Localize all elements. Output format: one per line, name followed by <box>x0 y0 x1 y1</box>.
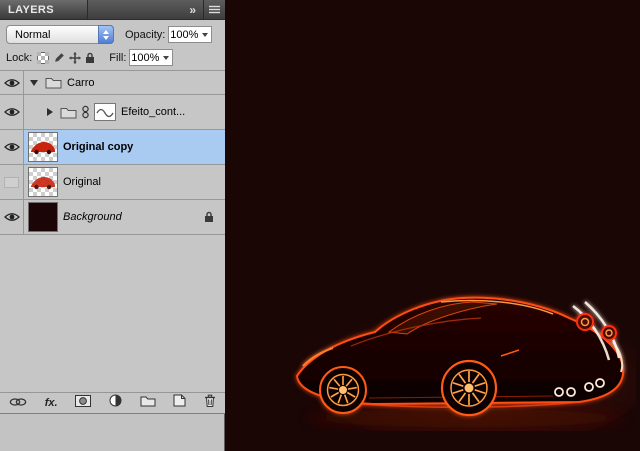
visibility-toggle[interactable] <box>0 130 24 164</box>
collapse-panel-icon[interactable]: » <box>182 0 203 19</box>
new-layer-button[interactable] <box>173 394 186 412</box>
panel-menu-icon <box>208 5 221 14</box>
layer-row-carro[interactable]: Carro <box>0 71 225 95</box>
lock-position-icon[interactable] <box>69 52 81 64</box>
opacity-label: Opacity: <box>125 29 165 41</box>
blend-mode-select[interactable]: Normal <box>6 25 114 44</box>
opacity-arrow-icon <box>202 33 208 37</box>
layer-name[interactable]: Carro <box>67 77 95 89</box>
add-layer-mask-button[interactable] <box>75 394 91 412</box>
panel-dock: LAYERS » Normal Opacity: 100% <box>0 0 225 451</box>
layers-list: Carro Efeito_cont... <box>0 70 225 235</box>
fill-arrow-icon <box>163 56 169 60</box>
fill-value: 100% <box>131 52 159 64</box>
mini-car-icon <box>30 139 56 156</box>
group-folder-icon <box>45 76 62 89</box>
new-group-button[interactable] <box>140 394 156 412</box>
lock-all-icon[interactable] <box>85 52 95 64</box>
layer-row-background[interactable]: Background <box>0 200 225 235</box>
header-spacer <box>88 0 182 19</box>
layer-row-efeito[interactable]: Efeito_cont... <box>0 95 225 130</box>
tab-layers[interactable]: LAYERS <box>0 0 88 19</box>
eye-icon <box>4 142 20 152</box>
new-group-icon <box>140 395 156 407</box>
chain-icon <box>9 397 27 407</box>
layer-thumbnail[interactable] <box>28 202 58 232</box>
link-layers-button[interactable] <box>9 394 27 412</box>
lock-transparency-icon[interactable] <box>37 52 49 64</box>
layer-styles-button[interactable]: fx. <box>45 397 58 409</box>
tab-layers-label: LAYERS <box>8 4 54 16</box>
layer-name[interactable]: Original <box>63 176 101 188</box>
layer-name[interactable]: Original copy <box>63 141 133 153</box>
layer-thumbnail[interactable] <box>28 132 58 162</box>
eye-icon <box>4 78 20 88</box>
blend-mode-value: Normal <box>15 29 50 41</box>
lock-icons <box>37 52 95 64</box>
visibility-toggle[interactable] <box>0 71 24 94</box>
layer-name[interactable]: Efeito_cont... <box>121 106 185 118</box>
eye-empty-well <box>4 177 19 188</box>
opacity-value: 100% <box>170 29 198 41</box>
layer-thumbnail[interactable] <box>28 167 58 197</box>
panel-header: LAYERS » <box>0 0 225 20</box>
visibility-toggle[interactable] <box>0 200 24 234</box>
adjustment-layer-icon <box>109 394 122 407</box>
fill-field[interactable]: 100% <box>129 49 173 66</box>
lock-label: Lock: <box>6 52 32 64</box>
visibility-toggle[interactable] <box>0 95 24 129</box>
panel-footer: fx. <box>0 392 225 413</box>
panel-menu-button[interactable] <box>203 0 225 19</box>
fill-label: Fill: <box>109 52 126 64</box>
disclosure-triangle-icon[interactable] <box>30 80 38 86</box>
mask-thumbnail[interactable] <box>94 103 116 121</box>
layers-panel: LAYERS » Normal Opacity: 100% <box>0 0 225 414</box>
lock-image-icon[interactable] <box>53 52 65 64</box>
new-layer-icon <box>173 394 186 407</box>
eye-icon <box>4 107 20 117</box>
disclosure-triangle-icon[interactable] <box>47 108 53 116</box>
visibility-toggle[interactable] <box>0 165 24 199</box>
link-icon <box>82 105 89 119</box>
curve-glyph-icon <box>96 106 114 118</box>
mini-car-icon <box>30 174 56 191</box>
lock-fill-row: Lock: Fill: 100% <box>0 45 225 70</box>
layer-row-original-copy[interactable]: Original copy <box>0 130 225 165</box>
layer-mask-icon <box>75 395 91 407</box>
delete-layer-button[interactable] <box>204 394 216 412</box>
opacity-field[interactable]: 100% <box>168 26 212 43</box>
eye-icon <box>4 212 20 222</box>
new-adjustment-layer-button[interactable] <box>109 394 122 412</box>
layer-name[interactable]: Background <box>63 211 122 223</box>
dropdown-arrows-icon <box>98 25 114 44</box>
blend-opacity-row: Normal Opacity: 100% <box>0 20 225 45</box>
layer-row-original[interactable]: Original <box>0 165 225 200</box>
group-folder-icon <box>60 106 77 119</box>
trash-icon <box>204 394 216 407</box>
car-artwork <box>291 276 636 431</box>
layer-lock-icon <box>204 211 214 223</box>
